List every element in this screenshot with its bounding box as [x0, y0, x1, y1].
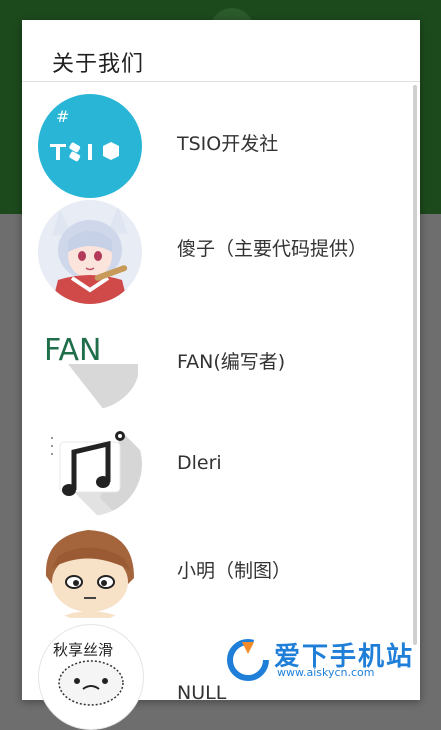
- music-note-icon: [38, 412, 142, 516]
- fan-logo-icon: FAN: [38, 306, 142, 410]
- about-dialog: 关于我们 # TSIO开发社 傻子（主要代码提供） FAN FAN(编写者) D…: [22, 20, 420, 730]
- watermark-logo-icon: [227, 639, 269, 681]
- dialog-title: 关于我们: [52, 52, 145, 77]
- member-name: TSIO开发社: [177, 133, 279, 155]
- avatar-hash: #: [56, 107, 69, 126]
- scrollbar[interactable]: [413, 85, 417, 645]
- meme-caption: 秋享丝滑: [53, 641, 113, 659]
- tsio-logo-icon: #: [38, 94, 142, 198]
- watermark: 爱下手机站 www.aiskycn.com: [222, 632, 440, 684]
- watermark-url: www.aiskycn.com: [277, 666, 375, 679]
- chibi-boy-avatar: [38, 518, 142, 622]
- member-item-dleri[interactable]: Dleri: [22, 400, 412, 516]
- member-name: 傻子（主要代码提供）: [177, 238, 368, 260]
- member-item-fan[interactable]: FAN FAN(编写者): [22, 294, 412, 410]
- member-name: 小明（制图）: [177, 560, 292, 582]
- member-item-shazi[interactable]: 傻子（主要代码提供）: [22, 188, 412, 304]
- fan-logo-text: FAN: [44, 333, 101, 368]
- member-item-tsio[interactable]: # TSIO开发社: [22, 82, 412, 198]
- member-name: Dleri: [177, 452, 222, 474]
- member-name: FAN(编写者): [177, 351, 286, 373]
- meme-face-avatar: 秋享丝滑: [38, 624, 144, 730]
- member-item-xiaoming[interactable]: 小明（制图）: [22, 506, 412, 622]
- anime-girl-avatar: [38, 200, 142, 304]
- member-name: NULL: [177, 682, 227, 704]
